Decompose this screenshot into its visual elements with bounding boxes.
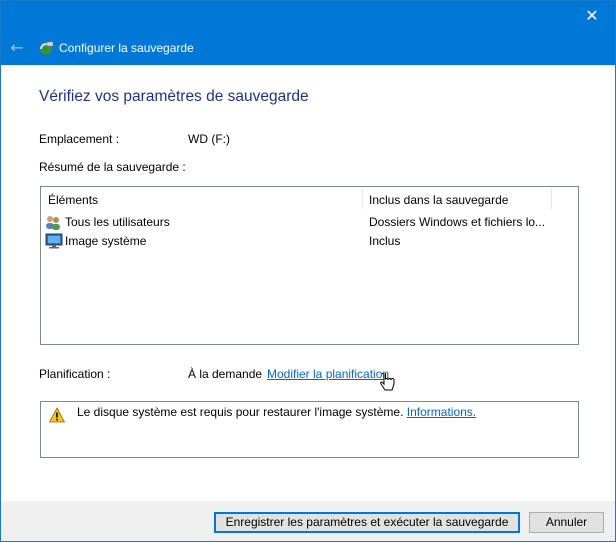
column-header-items[interactable]: Éléments: [41, 187, 362, 210]
more-info-link[interactable]: Informations.: [407, 405, 476, 419]
row-included-label: Inclus: [369, 234, 401, 248]
title-bar: ✕: [1, 1, 615, 31]
schedule-label: Planification :: [39, 367, 111, 381]
row-included-label: Dossiers Windows et fichiers lo...: [369, 215, 546, 229]
warning-message: Le disque système est requis pour restau…: [77, 405, 476, 419]
warning-icon: [49, 407, 65, 423]
button-bar: Enregistrer les paramètres et exécuter l…: [1, 501, 615, 541]
users-icon: [46, 216, 60, 230]
schedule-value: À la demande: [188, 367, 263, 381]
column-header-included[interactable]: Inclus dans la sauvegarde: [362, 187, 551, 210]
row-item-label: Tous les utilisateurs: [65, 215, 170, 229]
warning-text: Le disque système est requis pour restau…: [77, 405, 404, 419]
page-title: Vérifiez vos paramètres de sauvegarde: [39, 88, 309, 105]
location-label: Emplacement :: [39, 132, 120, 146]
close-button[interactable]: ✕: [569, 1, 615, 31]
row-item-label: Image système: [65, 234, 147, 248]
hand-cursor-icon: [380, 373, 395, 391]
cancel-button[interactable]: Annuler: [529, 512, 604, 533]
navigation-bar: ← Configurer la sauvegarde: [1, 31, 615, 65]
close-icon: ✕: [585, 6, 599, 25]
back-button[interactable]: ←: [7, 38, 27, 58]
location-value: WD (F:): [188, 132, 230, 146]
backup-app-icon: [40, 41, 54, 55]
column-separator[interactable]: [551, 189, 552, 209]
table-row[interactable]: Image système Inclus: [41, 232, 578, 251]
window-title: Configurer la sauvegarde: [59, 41, 194, 55]
change-schedule-link[interactable]: Modifier la planification: [267, 367, 389, 381]
summary-label: Résumé de la sauvegarde :: [39, 160, 186, 174]
backup-setup-window: ✕ ← Configurer la sauvegarde Vérifiez vo…: [0, 0, 616, 542]
back-arrow-icon: ←: [10, 38, 24, 57]
warning-box: Le disque système est requis pour restau…: [40, 401, 579, 458]
save-and-run-button[interactable]: Enregistrer les paramètres et exécuter l…: [214, 512, 520, 533]
table-row[interactable]: Tous les utilisateurs Dossiers Windows e…: [41, 213, 578, 232]
monitor-icon: [45, 233, 63, 249]
backup-summary-list[interactable]: Éléments Inclus dans la sauvegarde Tous …: [40, 186, 579, 345]
